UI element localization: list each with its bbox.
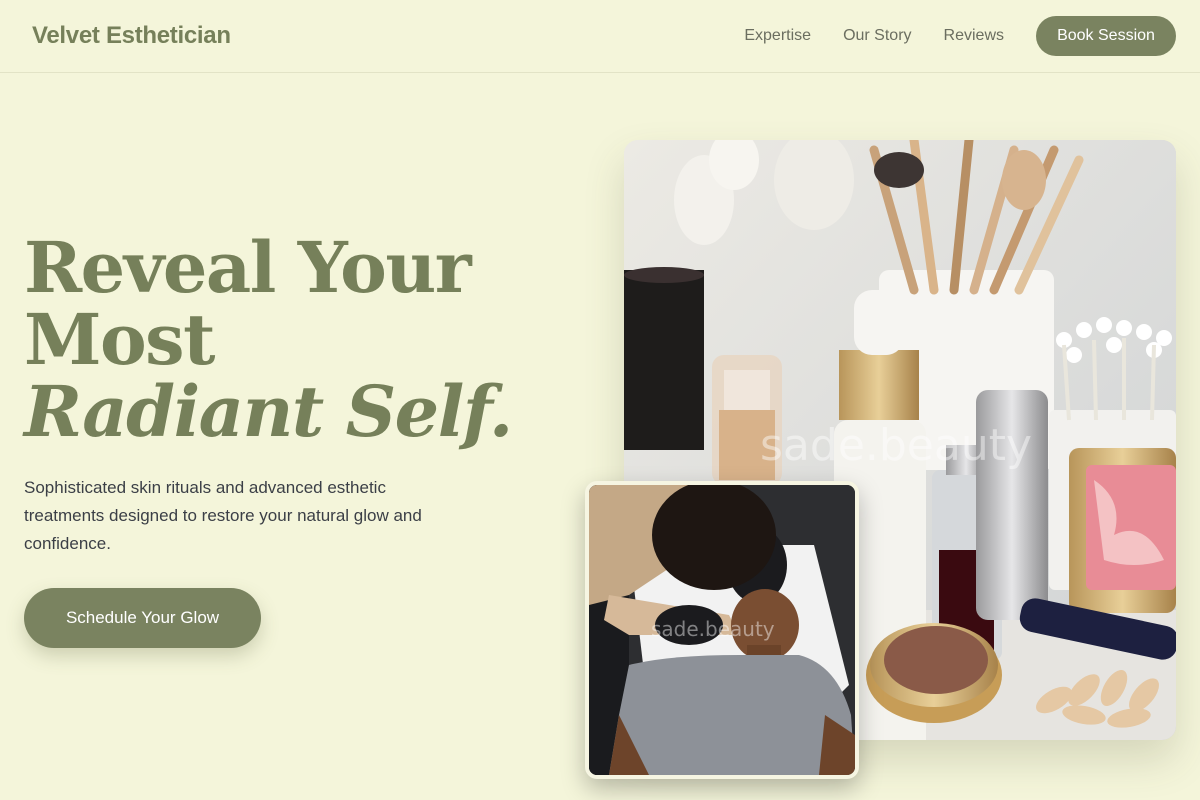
overlay-watermark: sade.beauty (651, 617, 775, 641)
treatment-photo: sade.beauty (585, 481, 859, 779)
hero-subtitle: Sophisticated skin rituals and advanced … (24, 478, 422, 553)
book-session-button[interactable]: Book Session (1036, 16, 1176, 56)
nav-link-reviews[interactable]: Reviews (944, 27, 1004, 45)
nav-link-our-story[interactable]: Our Story (843, 27, 911, 45)
schedule-glow-button[interactable]: Schedule Your Glow (24, 588, 261, 648)
hero-title: Reveal Your Most Radiant Self. (24, 232, 544, 448)
site-header: Velvet Esthetician Expertise Our Story R… (0, 0, 1200, 73)
hero-title-line-1: Reveal Your (24, 226, 472, 309)
hero-title-line-2: Most (24, 298, 215, 381)
brand-logo[interactable]: Velvet Esthetician (32, 22, 231, 50)
hero-title-line-3: Radiant Self. (24, 370, 513, 453)
photo-watermark: sade.beauty (760, 420, 1033, 471)
nav-link-expertise[interactable]: Expertise (744, 27, 811, 45)
main-nav: Expertise Our Story Reviews Book Session (744, 16, 1176, 56)
